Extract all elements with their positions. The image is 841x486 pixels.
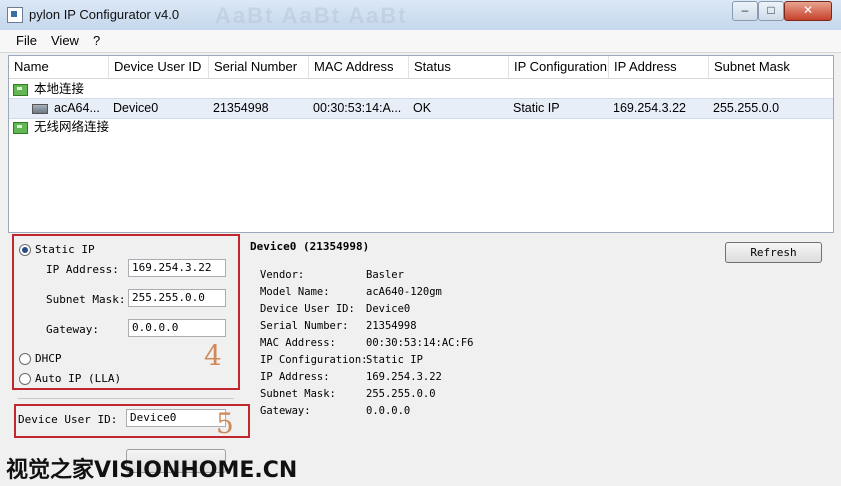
gateway-label: Gateway:: [46, 323, 99, 336]
watermark-text: 视觉之家VISIONHOME.CN: [6, 458, 298, 483]
menu-file[interactable]: File: [16, 33, 37, 48]
menu-help[interactable]: ?: [93, 33, 100, 48]
info-key-serial-number: Serial Number:: [260, 320, 349, 332]
adapter-row-local[interactable]: 本地连接: [9, 80, 833, 99]
adapter-row-wireless[interactable]: 无线网络连接: [9, 118, 833, 137]
column-header-status[interactable]: Status: [409, 56, 509, 78]
auto-ip-radio[interactable]: [19, 373, 31, 385]
info-value-serial-number: 21354998: [366, 320, 417, 332]
list-header: Name Device User ID Serial Number MAC Ad…: [9, 56, 833, 79]
ip-address-cell: 169.254.3.22: [613, 101, 686, 115]
adapter-name: 无线网络连接: [34, 120, 110, 134]
device-list[interactable]: Name Device User ID Serial Number MAC Ad…: [8, 55, 834, 233]
column-header-ip-address[interactable]: IP Address: [609, 56, 709, 78]
device-row[interactable]: acA64... Device0 21354998 00:30:53:14:A.…: [9, 98, 833, 119]
ip-configuration-cell: Static IP: [513, 101, 560, 115]
annotation-number-5: 5: [216, 407, 234, 440]
info-key-subnet-mask: Subnet Mask:: [260, 388, 336, 400]
ip-address-input[interactable]: 169.254.3.22: [128, 259, 226, 277]
info-value-model-name: acA640-120gm: [366, 286, 442, 298]
adapter-name: 本地连接: [34, 82, 85, 96]
info-key-ip-address: IP Address:: [260, 371, 330, 383]
maximize-button[interactable]: □: [758, 1, 784, 21]
info-key-gateway: Gateway:: [260, 405, 311, 417]
close-button[interactable]: ✕: [784, 1, 832, 21]
column-header-ip-configuration[interactable]: IP Configuration: [509, 56, 609, 78]
column-header-subnet-mask[interactable]: Subnet Mask: [709, 56, 833, 78]
auto-ip-label: Auto IP (LLA): [35, 372, 122, 385]
network-adapter-icon: [13, 122, 28, 134]
serial-number-cell: 21354998: [213, 101, 269, 115]
info-value-device-user-id: Device0: [366, 303, 411, 315]
info-value-ip-configuration: Static IP: [366, 354, 423, 366]
device-user-id-cell: Device0: [113, 101, 159, 115]
annotation-number-4: 4: [204, 339, 222, 372]
device-user-id-input[interactable]: Device0: [126, 409, 226, 427]
column-header-device-user-id[interactable]: Device User ID: [109, 56, 209, 78]
column-header-name[interactable]: Name: [9, 56, 109, 78]
divider: [18, 398, 234, 399]
refresh-button[interactable]: Refresh: [725, 242, 822, 263]
info-key-vendor: Vendor:: [260, 269, 305, 281]
window-title: pylon IP Configurator v4.0: [29, 7, 180, 22]
title-bar[interactable]: pylon IP Configurator v4.0 AaBt AaBt AaB…: [0, 0, 841, 31]
subnet-mask-label: Subnet Mask:: [46, 293, 126, 306]
app-window: pylon IP Configurator v4.0 AaBt AaBt AaB…: [0, 0, 841, 486]
app-icon: [7, 7, 23, 23]
info-value-vendor: Basler: [366, 269, 404, 281]
subnet-mask-input[interactable]: 255.255.0.0: [128, 289, 226, 307]
device-user-id-label: Device User ID:: [18, 413, 118, 426]
menu-view[interactable]: View: [51, 33, 79, 48]
info-value-ip-address: 169.254.3.22: [366, 371, 442, 383]
info-value-gateway: 0.0.0.0: [366, 405, 411, 417]
minimize-button[interactable]: –: [732, 1, 758, 21]
camera-icon: [32, 104, 48, 114]
subnet-mask-cell: 255.255.0.0: [713, 101, 780, 115]
dhcp-label: DHCP: [35, 352, 62, 365]
static-ip-radio[interactable]: [19, 244, 31, 256]
gateway-input[interactable]: 0.0.0.0: [128, 319, 226, 337]
device-info-heading: Device0 (21354998): [250, 240, 370, 253]
static-ip-label: Static IP: [35, 243, 95, 256]
column-header-serial-number[interactable]: Serial Number: [209, 56, 309, 78]
mac-address-cell: 00:30:53:14:A...: [313, 101, 402, 115]
info-value-subnet-mask: 255.255.0.0: [366, 388, 436, 400]
network-adapter-icon: [13, 84, 28, 96]
ip-address-label: IP Address:: [46, 263, 119, 276]
menu-bar: File View ?: [0, 30, 841, 53]
device-name-cell: acA64...: [54, 101, 100, 115]
column-header-mac-address[interactable]: MAC Address: [309, 56, 409, 78]
info-key-ip-configuration: IP Configuration:: [260, 354, 368, 366]
status-cell: OK: [413, 101, 432, 115]
dhcp-radio[interactable]: [19, 353, 31, 365]
info-key-model-name: Model Name:: [260, 286, 330, 298]
title-bar-ghost-text: AaBt AaBt AaBt: [215, 3, 408, 28]
info-key-device-user-id: Device User ID:: [260, 303, 355, 315]
info-value-mac-address: 00:30:53:14:AC:F6: [366, 337, 474, 349]
info-key-mac-address: MAC Address:: [260, 337, 336, 349]
